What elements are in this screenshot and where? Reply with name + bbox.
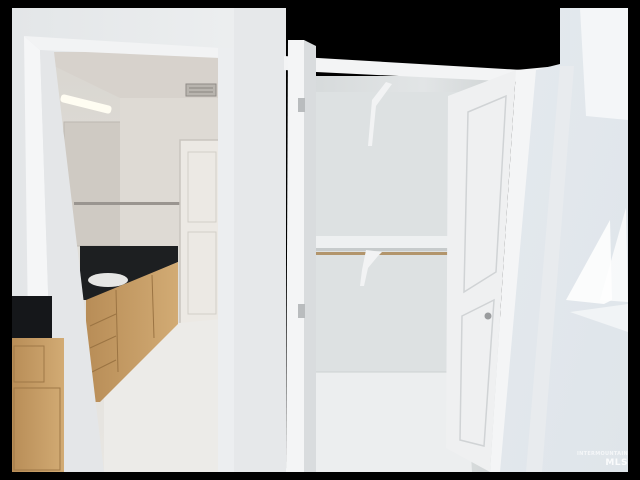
watermark-mls-text: MLS	[605, 458, 628, 468]
listing-photo	[0, 0, 640, 480]
towel-bar	[74, 202, 180, 205]
closet-shelf	[312, 236, 470, 248]
bathroom-sink	[88, 273, 128, 287]
door-hinge	[298, 304, 305, 318]
closet-door-knob[interactable]	[484, 312, 492, 320]
foreground-countertop	[12, 296, 52, 342]
mls-watermark: INTERMOUNTAIN MLS	[577, 452, 628, 468]
closet-left-door	[286, 40, 316, 472]
foreground-cabinet	[12, 338, 64, 472]
door-hinge	[298, 98, 305, 112]
center-wall	[234, 8, 286, 472]
ceiling-vent	[185, 83, 217, 97]
watermark-small-text: INTERMOUNTAIN	[576, 451, 628, 457]
closet-rod	[314, 252, 468, 255]
